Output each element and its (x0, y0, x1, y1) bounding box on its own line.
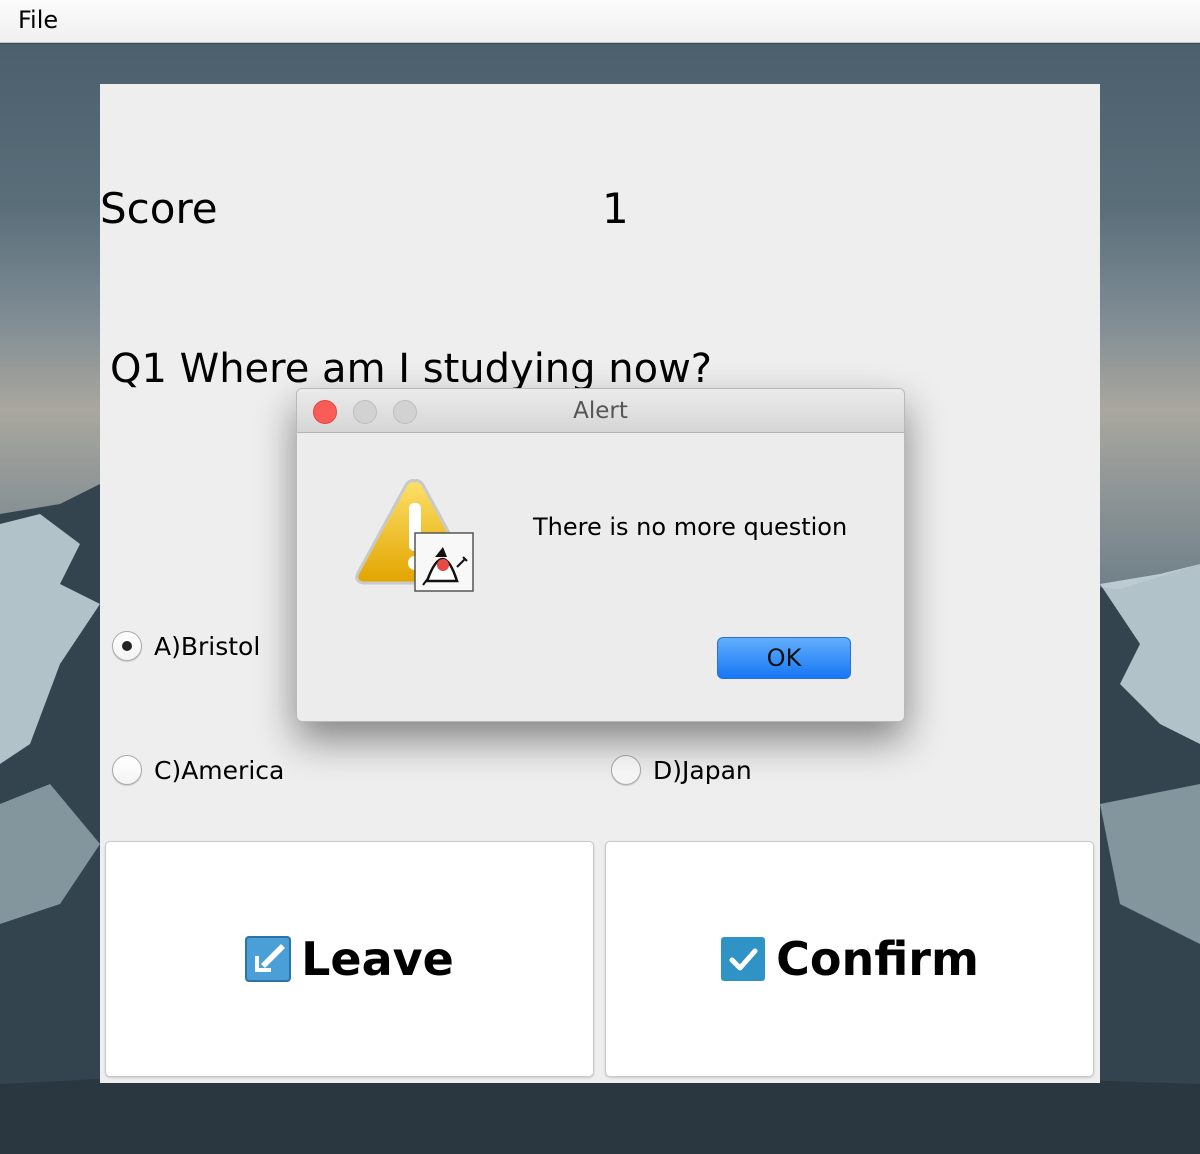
confirm-button[interactable]: Confirm (605, 841, 1094, 1077)
question-text: Q1 Where am I studying now? (110, 346, 713, 392)
radio-unselected-icon[interactable] (611, 755, 641, 785)
option-a-radio[interactable]: A)Bristol (112, 631, 260, 661)
leave-arrow-icon (245, 936, 292, 982)
option-c-label: C)America (154, 755, 285, 785)
menu-file[interactable]: File (18, 6, 58, 34)
dialog-message: There is no more question (533, 513, 848, 541)
option-d-label: D)Japan (653, 755, 752, 785)
leave-label: Leave (301, 932, 454, 986)
option-a-label: A)Bristol (154, 631, 261, 661)
confirm-label: Confirm (776, 932, 979, 986)
score-value: 1 (602, 184, 629, 233)
radio-selected-icon[interactable] (112, 631, 142, 661)
dialog-title-bar[interactable]: Alert (297, 389, 904, 433)
dialog-title: Alert (573, 398, 628, 424)
warning-java-icon (355, 479, 474, 592)
alert-dialog: Alert There is no more question OK (296, 388, 905, 722)
ok-button[interactable]: OK (717, 637, 851, 679)
score-label: Score (100, 184, 218, 233)
radio-unselected-icon[interactable] (112, 755, 142, 785)
option-d-radio[interactable]: D)Japan (611, 755, 752, 785)
leave-button[interactable]: Leave (105, 841, 594, 1077)
menu-bar: File (0, 0, 1200, 43)
option-c-radio[interactable]: C)America (112, 755, 284, 785)
checkmark-icon (721, 937, 766, 981)
